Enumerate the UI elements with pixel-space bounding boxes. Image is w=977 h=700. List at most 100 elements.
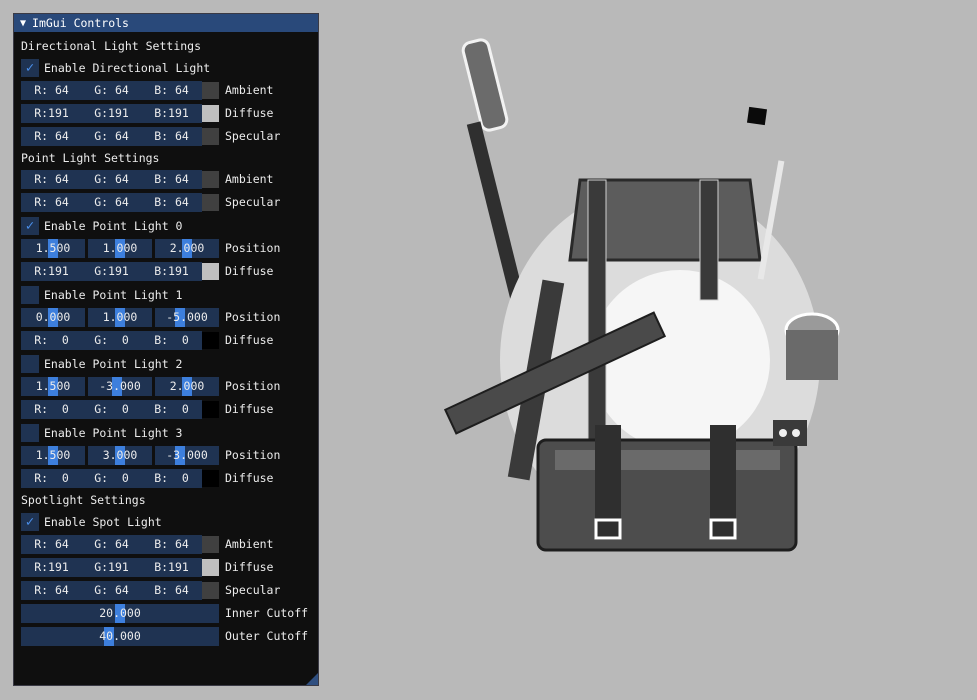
spot-ambient-swatch[interactable]	[202, 536, 219, 553]
checkmark-icon[interactable]: ✓	[21, 216, 39, 235]
point-light-1-diffuse-row: R: 0 G: 0 B: 0 Diffuse	[21, 329, 318, 352]
point-specular-b[interactable]: B: 64	[141, 193, 202, 212]
section-header-spot: Spotlight Settings	[21, 493, 146, 507]
point-light-2-diffuse-g[interactable]: G: 0	[81, 400, 142, 419]
point-light-0-diffuse-b[interactable]: B:191	[141, 262, 202, 281]
point-ambient-g[interactable]: G: 64	[81, 170, 142, 189]
enable-point-light-1-toggle[interactable]: Enable Point Light 1	[21, 283, 318, 306]
spot-specular-row: R: 64 G: 64 B: 64 Specular	[21, 579, 318, 602]
point-light-1-diffuse-g[interactable]: G: 0	[81, 331, 142, 350]
point-light-2-diffuse-b[interactable]: B: 0	[141, 400, 202, 419]
point-specular-r[interactable]: R: 64	[21, 193, 82, 212]
spot-diffuse-b[interactable]: B:191	[141, 558, 202, 577]
point-light-2-diffuse-r[interactable]: R: 0	[21, 400, 82, 419]
window-title: ImGui Controls	[32, 16, 129, 30]
directional-ambient-r[interactable]: R: 64	[21, 81, 82, 100]
point-light-1-diffuse-r[interactable]: R: 0	[21, 331, 82, 350]
point-light-2-diffuse-swatch[interactable]	[202, 401, 219, 418]
point-light-2-pos-y[interactable]: -3.000	[88, 377, 152, 396]
directional-diffuse-r[interactable]: R:191	[21, 104, 82, 123]
point-light-1-diffuse-b[interactable]: B: 0	[141, 331, 202, 350]
enable-point-light-0-toggle[interactable]: ✓ Enable Point Light 0	[21, 214, 318, 237]
point-light-0-diffuse-r[interactable]: R:191	[21, 262, 82, 281]
outer-cutoff-slider[interactable]: 40.000	[21, 627, 219, 646]
directional-ambient-swatch[interactable]	[202, 82, 219, 99]
point-ambient-b[interactable]: B: 64	[141, 170, 202, 189]
point-light-3-diffuse-swatch[interactable]	[202, 470, 219, 487]
spot-ambient-b[interactable]: B: 64	[141, 535, 202, 554]
point-light-1-pos-z[interactable]: -5.000	[155, 308, 219, 327]
spot-specular-g[interactable]: G: 64	[81, 581, 142, 600]
enable-directional-light-toggle[interactable]: ✓ Enable Directional Light	[21, 56, 318, 79]
point-light-2-position-label: Position	[225, 379, 281, 393]
enable-point-light-3-toggle[interactable]: Enable Point Light 3	[21, 421, 318, 444]
enable-point-light-2-toggle[interactable]: Enable Point Light 2	[21, 352, 318, 375]
checkmark-icon[interactable]: ✓	[21, 58, 39, 77]
directional-specular-row: R: 64 G: 64 B: 64 Specular	[21, 125, 318, 148]
point-light-3-diffuse-label: Diffuse	[225, 471, 274, 485]
spot-ambient-label: Ambient	[225, 537, 274, 551]
point-light-2-pos-x[interactable]: 1.500	[21, 377, 85, 396]
point-ambient-swatch[interactable]	[202, 171, 219, 188]
point-light-0-position-row: 1.500 1.000 2.000 Position	[21, 237, 318, 260]
point-light-3-pos-y[interactable]: 3.000	[88, 446, 152, 465]
spot-diffuse-r[interactable]: R:191	[21, 558, 82, 577]
spot-diffuse-swatch[interactable]	[202, 559, 219, 576]
point-light-1-diffuse-swatch[interactable]	[202, 332, 219, 349]
point-light-3-diffuse-g[interactable]: G: 0	[81, 469, 142, 488]
point-light-0-diffuse-swatch[interactable]	[202, 263, 219, 280]
directional-specular-b[interactable]: B: 64	[141, 127, 202, 146]
spot-diffuse-label: Diffuse	[225, 560, 274, 574]
spot-ambient-row: R: 64 G: 64 B: 64 Ambient	[21, 533, 318, 556]
point-light-0-diffuse-g[interactable]: G:191	[81, 262, 142, 281]
directional-ambient-label: Ambient	[225, 83, 274, 97]
spot-specular-r[interactable]: R: 64	[21, 581, 82, 600]
point-light-1-pos-x[interactable]: 0.000	[21, 308, 85, 327]
point-light-3-diffuse-b[interactable]: B: 0	[141, 469, 202, 488]
checkbox-empty[interactable]	[21, 423, 39, 442]
point-ambient-row: R: 64 G: 64 B: 64 Ambient	[21, 168, 318, 191]
spot-inner-cutoff-row: 20.000 Inner Cutoff	[21, 602, 318, 625]
directional-specular-swatch[interactable]	[202, 128, 219, 145]
directional-specular-g[interactable]: G: 64	[81, 127, 142, 146]
point-light-0-pos-x[interactable]: 1.500	[21, 239, 85, 258]
directional-diffuse-b[interactable]: B:191	[141, 104, 202, 123]
imgui-controls-window[interactable]: ▼ ImGui Controls Directional Light Setti…	[13, 13, 319, 686]
point-ambient-r[interactable]: R: 64	[21, 170, 82, 189]
point-light-1-position-label: Position	[225, 310, 281, 324]
point-light-3-pos-z[interactable]: -3.000	[155, 446, 219, 465]
spot-specular-swatch[interactable]	[202, 582, 219, 599]
directional-diffuse-swatch[interactable]	[202, 105, 219, 122]
point-light-3-diffuse-r[interactable]: R: 0	[21, 469, 82, 488]
enable-spot-light-toggle[interactable]: ✓ Enable Spot Light	[21, 510, 318, 533]
point-light-3-pos-x[interactable]: 1.500	[21, 446, 85, 465]
checkbox-empty[interactable]	[21, 354, 39, 373]
spot-diffuse-g[interactable]: G:191	[81, 558, 142, 577]
spot-ambient-r[interactable]: R: 64	[21, 535, 82, 554]
directional-ambient-b[interactable]: B: 64	[141, 81, 202, 100]
point-light-2-diffuse-label: Diffuse	[225, 402, 274, 416]
point-light-3-position-row: 1.500 3.000 -3.000 Position	[21, 444, 318, 467]
directional-diffuse-g[interactable]: G:191	[81, 104, 142, 123]
point-light-2-pos-z[interactable]: 2.000	[155, 377, 219, 396]
collapse-arrow-icon[interactable]: ▼	[20, 18, 26, 29]
point-light-2-diffuse-row: R: 0 G: 0 B: 0 Diffuse	[21, 398, 318, 421]
point-light-0-pos-y[interactable]: 1.000	[88, 239, 152, 258]
point-specular-g[interactable]: G: 64	[81, 193, 142, 212]
spot-specular-b[interactable]: B: 64	[141, 581, 202, 600]
point-light-0-pos-z[interactable]: 2.000	[155, 239, 219, 258]
point-light-1-diffuse-label: Diffuse	[225, 333, 274, 347]
directional-specular-r[interactable]: R: 64	[21, 127, 82, 146]
window-titlebar[interactable]: ▼ ImGui Controls	[14, 14, 318, 32]
directional-diffuse-label: Diffuse	[225, 106, 274, 120]
spot-ambient-g[interactable]: G: 64	[81, 535, 142, 554]
directional-ambient-g[interactable]: G: 64	[81, 81, 142, 100]
point-light-1-pos-y[interactable]: 1.000	[88, 308, 152, 327]
point-ambient-label: Ambient	[225, 172, 274, 186]
inner-cutoff-slider[interactable]: 20.000	[21, 604, 219, 623]
checkmark-icon[interactable]: ✓	[21, 512, 39, 531]
point-specular-swatch[interactable]	[202, 194, 219, 211]
resize-grip-icon[interactable]	[306, 673, 318, 685]
spot-diffuse-row: R:191 G:191 B:191 Diffuse	[21, 556, 318, 579]
checkbox-empty[interactable]	[21, 285, 39, 304]
